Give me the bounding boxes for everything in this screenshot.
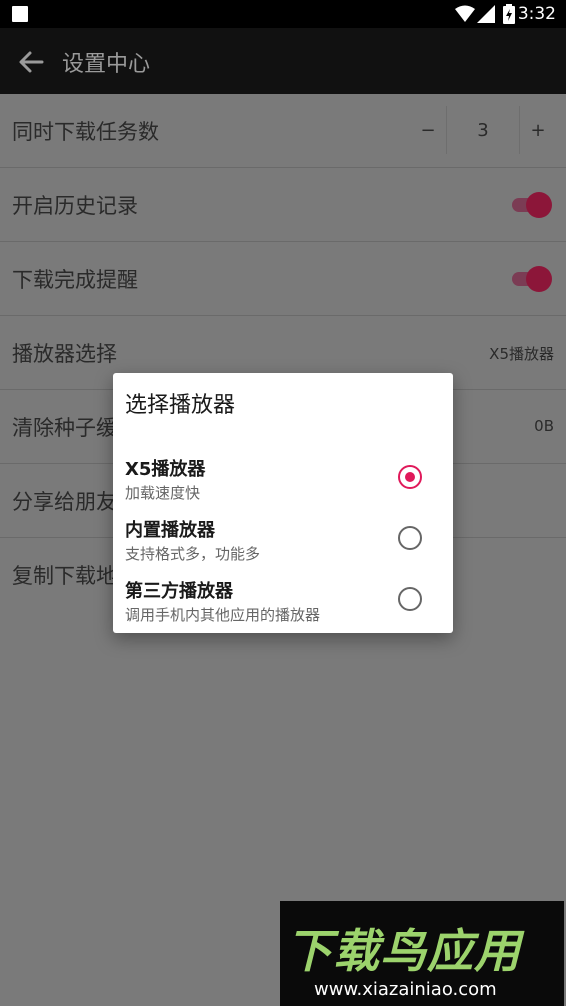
radio-checked-icon[interactable] bbox=[398, 465, 422, 489]
setting-label: 复制下载地 bbox=[12, 564, 117, 588]
setting-label: 播放器选择 bbox=[12, 342, 117, 366]
wifi-icon bbox=[455, 5, 475, 22]
watermark-logo: 下载鸟应用 www.xiazainiao.com bbox=[280, 901, 564, 1006]
setting-label: 分享给朋友 bbox=[12, 490, 117, 514]
notification-icon bbox=[12, 6, 28, 22]
back-arrow-icon[interactable] bbox=[16, 47, 46, 77]
setting-concurrent-downloads: 同时下载任务数 − 3 + bbox=[0, 94, 566, 168]
setting-label: 清除种子缓 bbox=[12, 416, 117, 440]
option-title: X5播放器 bbox=[125, 459, 206, 480]
setting-history[interactable]: 开启历史记录 bbox=[0, 168, 566, 242]
radio-unchecked-icon[interactable] bbox=[398, 526, 422, 550]
setting-value: 0B bbox=[534, 417, 554, 435]
radio-unchecked-icon[interactable] bbox=[398, 587, 422, 611]
download-reminder-toggle[interactable] bbox=[512, 266, 552, 292]
increment-button[interactable]: + bbox=[520, 106, 556, 154]
decrement-button[interactable]: − bbox=[410, 106, 446, 154]
setting-label: 开启历史记录 bbox=[12, 194, 138, 218]
option-title: 内置播放器 bbox=[125, 520, 215, 541]
option-x5-player[interactable]: X5播放器 加载速度快 bbox=[113, 455, 453, 515]
option-builtin-player[interactable]: 内置播放器 支持格式多，功能多 bbox=[113, 516, 453, 576]
page-title: 设置中心 bbox=[62, 52, 151, 77]
option-title: 第三方播放器 bbox=[125, 581, 233, 602]
quantity-stepper: − 3 + bbox=[410, 106, 556, 154]
status-time: 3:32 bbox=[517, 4, 556, 24]
toggle-thumb bbox=[526, 266, 552, 292]
status-bar: 3:32 bbox=[0, 0, 566, 28]
option-subtitle: 调用手机内其他应用的播放器 bbox=[125, 606, 321, 624]
setting-download-reminder[interactable]: 下载完成提醒 bbox=[0, 242, 566, 316]
toggle-thumb bbox=[526, 192, 552, 218]
option-subtitle: 加载速度快 bbox=[125, 484, 201, 502]
signal-icon bbox=[477, 5, 495, 23]
setting-value: X5播放器 bbox=[489, 345, 554, 363]
option-subtitle: 支持格式多，功能多 bbox=[125, 545, 261, 563]
dialog-title: 选择播放器 bbox=[125, 393, 236, 418]
player-select-dialog: 选择播放器 X5播放器 加载速度快 内置播放器 支持格式多，功能多 第三方播放器… bbox=[113, 373, 453, 633]
setting-label: 下载完成提醒 bbox=[12, 268, 138, 292]
setting-label: 同时下载任务数 bbox=[12, 120, 159, 144]
watermark-url: www.xiazainiao.com bbox=[314, 979, 497, 1000]
battery-charging-icon bbox=[503, 4, 515, 24]
option-third-party-player[interactable]: 第三方播放器 调用手机内其他应用的播放器 bbox=[113, 577, 453, 637]
app-bar: 设置中心 bbox=[0, 28, 566, 94]
stepper-value: 3 bbox=[446, 106, 520, 154]
history-toggle[interactable] bbox=[512, 192, 552, 218]
watermark-logo-text: 下载鸟应用 bbox=[286, 924, 521, 978]
